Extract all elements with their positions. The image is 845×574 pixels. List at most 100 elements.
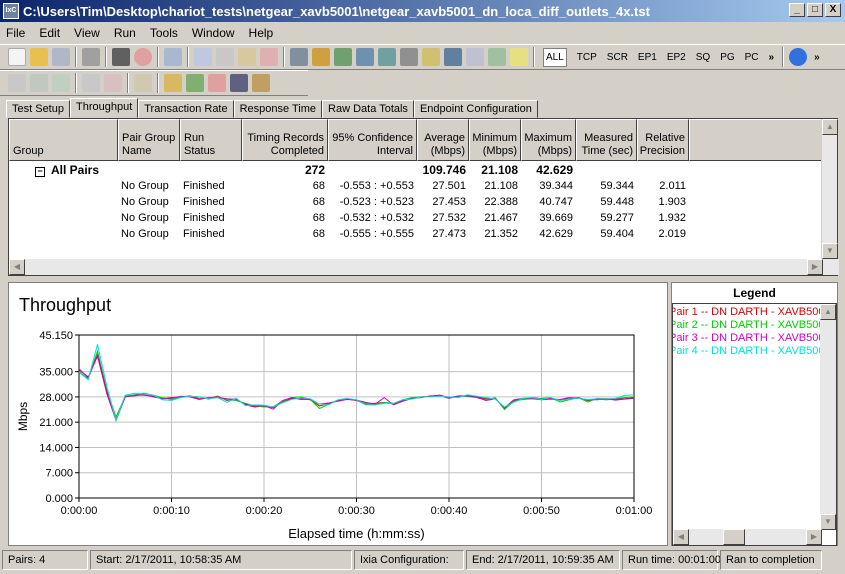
copy-icon[interactable] (216, 48, 234, 66)
legend-item[interactable]: Pair 1 -- DN DARTH - XAVB500 (673, 306, 824, 319)
finish-flag-icon[interactable] (230, 74, 248, 92)
table-row[interactable]: Pair 2No GroupFinished68-0.523 : +0.5232… (9, 194, 689, 210)
menu-run[interactable]: Run (114, 26, 136, 40)
info-icon[interactable] (789, 48, 808, 66)
table-row[interactable]: Pair 4No GroupFinished68-0.555 : +0.5552… (9, 226, 689, 242)
table-vertical-scrollbar[interactable]: ▲ ▼ (821, 119, 838, 259)
col-maximum[interactable]: Maximum (Mbps) (521, 119, 576, 161)
new-file-icon[interactable] (8, 48, 26, 66)
legend-vertical-scrollbar[interactable]: ▲ ▼ (820, 304, 836, 530)
run-icon[interactable] (112, 48, 130, 66)
run-status: Finished (183, 228, 225, 240)
edit-icon[interactable] (422, 48, 440, 66)
tab-response-time[interactable]: Response Time (233, 100, 323, 118)
endpoint-icon[interactable] (334, 48, 352, 66)
col-group[interactable]: Group (9, 119, 118, 161)
legend-item[interactable]: Pair 3 -- DN DARTH - XAVB500 (673, 332, 824, 345)
script-icon[interactable] (444, 48, 462, 66)
filter-ep1[interactable]: EP1 (638, 52, 657, 63)
group-icon[interactable] (82, 74, 100, 92)
scroll-down-button[interactable]: ▼ (822, 243, 838, 259)
close-button[interactable]: X (825, 3, 841, 17)
video-icon[interactable] (400, 48, 418, 66)
menu-window[interactable]: Window (192, 26, 235, 40)
add-pair-icon[interactable] (290, 48, 308, 66)
maximize-button[interactable]: □ (807, 3, 823, 17)
col-run-status[interactable]: Run Status (180, 119, 242, 161)
network-icon[interactable] (356, 48, 374, 66)
toolbar-overflow-button-2[interactable]: » (814, 52, 820, 63)
cell-ci: -0.523 : +0.523 (339, 196, 414, 208)
menu-file[interactable]: File (6, 26, 25, 40)
clipboard-icon[interactable] (134, 74, 152, 92)
menu-view[interactable]: View (74, 26, 100, 40)
tab-endpoint-configuration[interactable]: Endpoint Configuration (413, 100, 538, 118)
paste-icon[interactable] (238, 48, 256, 66)
menu-help[interactable]: Help (249, 26, 274, 40)
print-icon[interactable] (82, 48, 100, 66)
minimize-button[interactable]: _ (789, 3, 805, 17)
col-average[interactable]: Average (Mbps) (417, 119, 469, 161)
tab-test-setup[interactable]: Test Setup (6, 100, 70, 118)
results-icon[interactable] (164, 74, 182, 92)
title-bar: IxC C:\Users\Tim\Desktop\chariot_tests\n… (0, 0, 845, 22)
scroll-up-button[interactable]: ▲ (822, 119, 838, 135)
collapse-icon[interactable]: − (35, 167, 45, 177)
x-axis-label: Elapsed time (h:mm:ss) (288, 526, 425, 541)
col-measured-time[interactable]: Measured Time (sec) (576, 119, 637, 161)
remove-pin-icon[interactable] (208, 74, 226, 92)
filter-all[interactable]: ALL (543, 47, 567, 67)
filter-pc[interactable]: PC (745, 52, 759, 63)
filter-sq[interactable]: SQ (696, 52, 710, 63)
menu-tools[interactable]: Tools (150, 26, 178, 40)
scroll-right-button[interactable]: ▶ (807, 259, 823, 275)
legend-scroll-right[interactable]: ▶ (806, 529, 822, 545)
filter-scr[interactable]: SCR (607, 52, 628, 63)
menu-edit[interactable]: Edit (39, 26, 60, 40)
checkered-flag-icon[interactable] (252, 74, 270, 92)
cell-records: 68 (312, 180, 325, 192)
table-row[interactable]: Pair 3No GroupFinished68-0.532 : +0.5322… (9, 210, 689, 226)
voip-icon[interactable] (466, 48, 484, 66)
pair-swap-icon[interactable] (8, 74, 26, 92)
col-minimum[interactable]: Minimum (Mbps) (469, 119, 521, 161)
toolbar-overflow-button[interactable]: » (769, 52, 775, 63)
ungroup-icon[interactable] (104, 74, 122, 92)
cut-icon[interactable] (194, 48, 212, 66)
tab-transaction-rate[interactable]: Transaction Rate (138, 100, 234, 118)
run-status: Finished (183, 196, 225, 208)
col-pair-group-name[interactable]: Pair Group Name (118, 119, 180, 161)
legend-horizontal-scrollbar[interactable]: ◀ ▶ (673, 529, 822, 545)
delete-icon[interactable] (260, 48, 278, 66)
refresh-icon[interactable] (164, 48, 182, 66)
tab-raw-data-totals[interactable]: Raw Data Totals (322, 100, 414, 118)
legend-scroll-thumb[interactable] (723, 529, 745, 545)
tab-bar: Test Setup Throughput Transaction Rate R… (6, 98, 538, 118)
col-timing-records[interactable]: Timing Records Completed (242, 119, 328, 161)
monitor-icon[interactable] (378, 48, 396, 66)
legend-scroll-up[interactable]: ▲ (820, 304, 836, 320)
open-folder-icon[interactable] (30, 48, 48, 66)
table-row[interactable]: Pair 1No GroupFinished68-0.553 : +0.5532… (9, 178, 689, 194)
stop-icon[interactable] (134, 48, 152, 66)
add-multicast-icon[interactable] (312, 48, 330, 66)
legend-item[interactable]: Pair 4 -- DN DARTH - XAVB500 (673, 345, 824, 358)
summary-row[interactable]: − All Pairs 272 109.746 21.108 42.629 (9, 162, 576, 178)
pair-edit-icon[interactable] (30, 74, 48, 92)
save-icon[interactable] (52, 48, 70, 66)
filter-tcp[interactable]: TCP (577, 52, 597, 63)
report-icon[interactable] (488, 48, 506, 66)
pin-icon[interactable] (186, 74, 204, 92)
filter-ep2[interactable]: EP2 (667, 52, 686, 63)
legend-scroll-down[interactable]: ▼ (820, 514, 836, 530)
legend-scroll-left[interactable]: ◀ (673, 529, 689, 545)
col-confidence-interval[interactable]: 95% Confidence Interval (328, 119, 417, 161)
table-horizontal-scrollbar[interactable]: ◀ ▶ (9, 259, 839, 275)
tab-throughput[interactable]: Throughput (69, 98, 139, 118)
legend-item[interactable]: Pair 2 -- DN DARTH - XAVB500 (673, 319, 824, 332)
col-relative-precision[interactable]: Relative Precision (637, 119, 689, 161)
scroll-left-button[interactable]: ◀ (9, 259, 25, 275)
filter-pg[interactable]: PG (720, 52, 734, 63)
pair-check-icon[interactable] (52, 74, 70, 92)
numbering-icon[interactable] (510, 48, 528, 66)
